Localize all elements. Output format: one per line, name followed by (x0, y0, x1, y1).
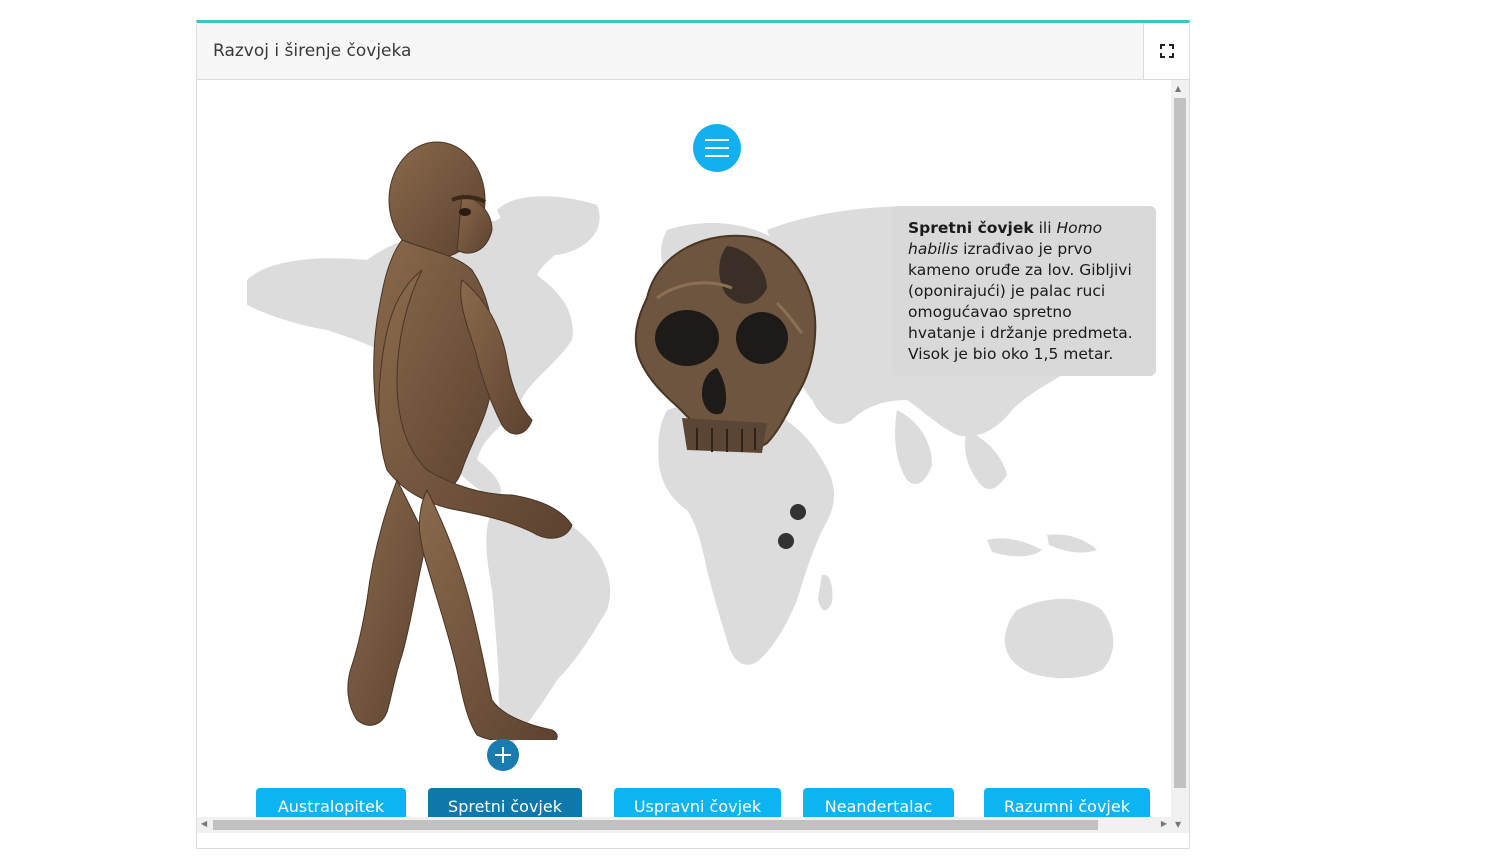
page-title: Razvoj i širenje čovjeka (213, 41, 412, 61)
location-pin[interactable] (790, 504, 806, 520)
fullscreen-icon (1159, 44, 1174, 58)
skull-image (634, 234, 817, 453)
horizontal-scrollbar[interactable]: ◀ ▶ (197, 817, 1171, 833)
expand-button[interactable] (487, 739, 519, 771)
stage: Spretni čovjek ili Homo habilis izrađiva… (197, 80, 1171, 833)
menu-button[interactable] (693, 124, 741, 172)
widget-header: Razvoj i širenje čovjeka (197, 23, 1189, 80)
vertical-scroll-thumb[interactable] (1174, 98, 1186, 788)
scroll-down-icon[interactable]: ▼ (1175, 820, 1181, 829)
homo-habilis-figure (347, 141, 573, 740)
species-name: Spretni čovjek (908, 219, 1034, 237)
hamburger-menu-icon (705, 139, 729, 157)
species-description: izrađivao je prvo kameno oruđe za lov. G… (908, 240, 1133, 363)
scroll-up-icon[interactable]: ▲ (1175, 84, 1181, 93)
info-connector: ili (1033, 219, 1057, 237)
scroll-right-icon[interactable]: ▶ (1161, 819, 1167, 828)
fullscreen-button[interactable] (1143, 23, 1189, 79)
plus-icon (495, 747, 511, 763)
info-box: Spretni čovjek ili Homo habilis izrađiva… (892, 206, 1156, 376)
scroll-left-icon[interactable]: ◀ (201, 819, 207, 828)
location-pin[interactable] (778, 533, 794, 549)
horizontal-scroll-thumb[interactable] (213, 820, 1098, 830)
interactive-widget: Razvoj i širenje čovjeka Spretni čovjek … (196, 20, 1190, 849)
vertical-scrollbar[interactable]: ▲ ▼ (1171, 80, 1189, 833)
